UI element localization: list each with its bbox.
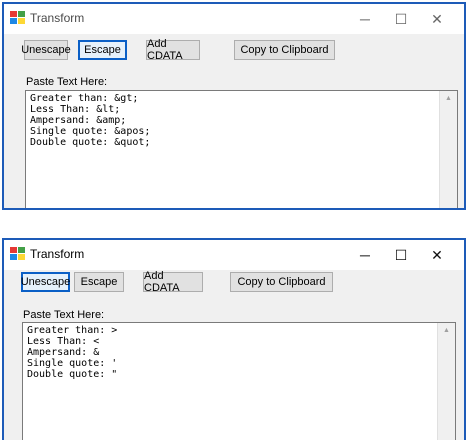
maximize-button[interactable]: ☐ [384,4,418,34]
title-bar[interactable]: Transform ─ ☐ ✕ [4,4,464,34]
scroll-up-icon[interactable]: ▲ [438,323,455,337]
app-icon [10,11,25,24]
paste-text-label: Paste Text Here: [23,309,105,321]
close-button[interactable]: ✕ [420,4,454,34]
text-line: Less Than: &lt; [30,104,121,115]
text-line: Greater than: > [27,325,118,336]
paste-text-area[interactable]: Greater than: &gt; Less Than: &lt; Amper… [25,90,458,208]
scroll-up-icon[interactable]: ▲ [440,91,457,105]
text-line: Less Than: < [27,336,100,347]
text-line: Ampersand: &amp; [30,115,127,126]
add-cdata-button[interactable]: Add CDATA [143,270,203,294]
escape-button[interactable]: Escape [78,40,127,60]
paste-text-label: Paste Text Here: [26,76,108,88]
window-title: Transform [30,247,85,261]
text-line: Single quote: &apos; [30,126,151,137]
title-bar[interactable]: Transform ─ ☐ ✕ [4,240,464,270]
escape-button[interactable]: Escape [74,272,124,292]
add-cdata-button[interactable]: Add CDATA [146,38,200,62]
unescape-button[interactable]: Unescape [21,40,71,60]
text-line: Greater than: &gt; [30,93,139,104]
text-line: Ampersand: & [27,347,100,358]
vertical-scrollbar[interactable]: ▲ [437,323,455,440]
transform-window-unescaped: Transform ─ ☐ ✕ Unescape Escape Add CDAT… [2,238,466,440]
copy-to-clipboard-button[interactable]: Copy to Clipboard [234,40,335,60]
maximize-button[interactable]: ☐ [384,240,418,270]
minimize-button[interactable]: ─ [348,4,382,34]
vertical-scrollbar[interactable]: ▲ [439,91,457,208]
text-line: Double quote: &quot; [30,137,151,148]
window-title: Transform [30,11,85,25]
app-icon [10,247,25,260]
paste-text-area[interactable]: Greater than: > Less Than: < Ampersand: … [22,322,456,440]
unescape-button[interactable]: Unescape [21,272,70,292]
text-line: Single quote: ' [27,358,118,369]
close-button[interactable]: ✕ [420,240,454,270]
copy-to-clipboard-button[interactable]: Copy to Clipboard [230,272,333,292]
text-line: Double quote: " [27,369,118,380]
minimize-button[interactable]: ─ [348,240,382,270]
transform-window-escaped: Transform ─ ☐ ✕ Unescape Escape Add CDAT… [2,2,466,210]
